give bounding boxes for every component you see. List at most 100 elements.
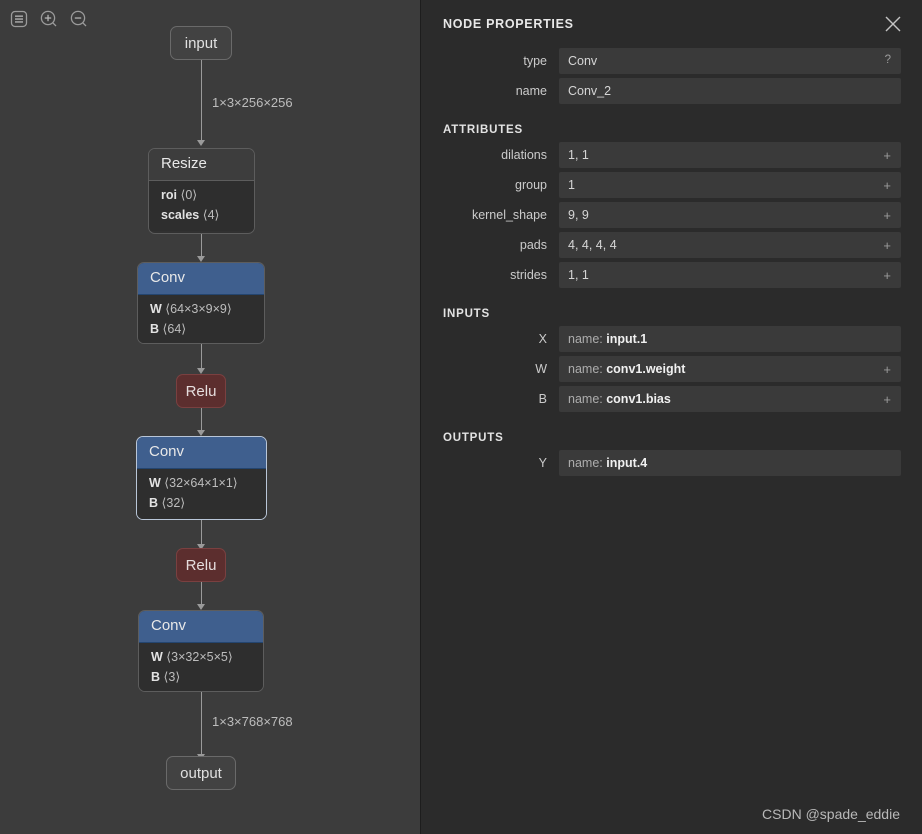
graph-node-input[interactable]: input (170, 26, 232, 60)
attribute-value-field[interactable]: 1, 1 + (559, 142, 901, 168)
attr-key: W (149, 476, 161, 490)
node-attribute-row: W ⟨32×64×1×1⟩ (149, 475, 256, 492)
node-attribute-row: scales ⟨4⟩ (161, 207, 244, 224)
property-value-field[interactable]: Conv_2 (559, 78, 901, 104)
panel-title: NODE PROPERTIES (443, 17, 574, 31)
attr-value: ⟨32×64×1×1⟩ (164, 476, 237, 490)
graph-node-relu-1[interactable]: Relu (176, 374, 226, 408)
attr-key: W (150, 302, 162, 316)
output-label: Y (443, 450, 559, 476)
output-name-value: input.4 (606, 456, 647, 470)
help-icon[interactable]: ? (885, 55, 891, 67)
input-name-prefix: name: (568, 392, 606, 406)
expand-icon[interactable]: + (883, 393, 891, 406)
property-value: Conv_2 (568, 84, 611, 98)
node-label: Relu (186, 383, 217, 400)
attribute-value-field[interactable]: 9, 9 + (559, 202, 901, 228)
attribute-value-field[interactable]: 1, 1 + (559, 262, 901, 288)
property-row-type[interactable]: type Conv ? (421, 48, 922, 74)
attr-key: B (151, 670, 160, 684)
input-name-prefix: name: (568, 362, 606, 376)
netron-window: input 1×3×256×256 Resize roi ⟨0⟩ scales … (0, 0, 922, 834)
edge-conv3-output (201, 692, 202, 756)
node-label: input (185, 35, 218, 52)
expand-icon[interactable]: + (883, 149, 891, 162)
attr-value: ⟨32⟩ (162, 496, 186, 510)
section-title-attributes: ATTRIBUTES (421, 115, 922, 142)
attribute-value: 1, 1 (568, 268, 589, 282)
input-value: name: conv1.bias (568, 392, 671, 406)
attribute-label: group (443, 172, 559, 198)
expand-icon[interactable]: + (883, 363, 891, 376)
input-row-b[interactable]: B name: conv1.bias + (421, 386, 922, 412)
node-properties-panel: NODE PROPERTIES type Conv ? name Conv_2 (420, 0, 922, 834)
node-title: Conv (139, 611, 263, 643)
output-name-prefix: name: (568, 456, 606, 470)
section-title-inputs: INPUTS (421, 299, 922, 326)
graph-node-conv-2[interactable]: Conv W ⟨32×64×1×1⟩ B ⟨32⟩ (136, 436, 267, 520)
attribute-value: 1 (568, 178, 575, 192)
output-value-field[interactable]: name: input.4 (559, 450, 901, 476)
attr-value: ⟨3⟩ (164, 670, 181, 684)
spacer (421, 292, 922, 299)
attribute-row-pads[interactable]: pads 4, 4, 4, 4 + (421, 232, 922, 258)
node-attribute-row: W ⟨3×32×5×5⟩ (151, 649, 253, 666)
watermark: CSDN @spade_eddie (762, 806, 900, 822)
input-label: B (443, 386, 559, 412)
property-label: type (443, 48, 559, 74)
attribute-row-group[interactable]: group 1 + (421, 172, 922, 198)
expand-icon[interactable]: + (883, 269, 891, 282)
expand-icon[interactable]: + (883, 209, 891, 222)
expand-icon[interactable]: + (883, 179, 891, 192)
input-name-value: conv1.weight (606, 362, 685, 376)
node-title: Conv (138, 263, 264, 295)
input-value-field[interactable]: name: conv1.bias + (559, 386, 901, 412)
attr-key: scales (161, 208, 199, 222)
section-title-outputs: OUTPUTS (421, 423, 922, 450)
attribute-value-field[interactable]: 4, 4, 4, 4 + (559, 232, 901, 258)
property-row-name[interactable]: name Conv_2 (421, 78, 922, 104)
node-attribute-row: W ⟨64×3×9×9⟩ (150, 301, 254, 318)
expand-icon[interactable]: + (883, 239, 891, 252)
graph-node-conv-3[interactable]: Conv W ⟨3×32×5×5⟩ B ⟨3⟩ (138, 610, 264, 692)
attr-key: B (150, 322, 159, 336)
attribute-label: kernel_shape (443, 202, 559, 228)
attr-value: ⟨64⟩ (163, 322, 187, 336)
input-name-value: input.1 (606, 332, 647, 346)
input-row-x[interactable]: X name: input.1 (421, 326, 922, 352)
attribute-value-field[interactable]: 1 + (559, 172, 901, 198)
edge-label-conv3-output: 1×3×768×768 (212, 714, 293, 729)
attribute-value: 1, 1 (568, 148, 589, 162)
node-attributes: W ⟨3×32×5×5⟩ B ⟨3⟩ (139, 643, 263, 692)
property-value: Conv (568, 54, 597, 68)
graph-node-resize[interactable]: Resize roi ⟨0⟩ scales ⟨4⟩ (148, 148, 255, 234)
attribute-value: 4, 4, 4, 4 (568, 238, 617, 252)
input-value-field[interactable]: name: conv1.weight + (559, 356, 901, 382)
attribute-row-dilations[interactable]: dilations 1, 1 + (421, 142, 922, 168)
graph-node-output[interactable]: output (166, 756, 236, 790)
node-attributes: roi ⟨0⟩ scales ⟨4⟩ (149, 181, 254, 231)
graph-canvas[interactable]: input 1×3×256×256 Resize roi ⟨0⟩ scales … (0, 0, 420, 834)
attribute-row-strides[interactable]: strides 1, 1 + (421, 262, 922, 288)
panel-header: NODE PROPERTIES (421, 0, 922, 48)
output-row-y[interactable]: Y name: input.4 (421, 450, 922, 476)
property-label: name (443, 78, 559, 104)
input-value-field[interactable]: name: input.1 (559, 326, 901, 352)
node-attribute-row: B ⟨32⟩ (149, 495, 256, 512)
input-label: X (443, 326, 559, 352)
node-attributes: W ⟨32×64×1×1⟩ B ⟨32⟩ (137, 469, 266, 519)
property-value-field[interactable]: Conv ? (559, 48, 901, 74)
graph-node-conv-1[interactable]: Conv W ⟨64×3×9×9⟩ B ⟨64⟩ (137, 262, 265, 344)
node-title: Resize (149, 149, 254, 181)
node-label: output (180, 765, 222, 782)
node-attribute-row: B ⟨3⟩ (151, 669, 253, 686)
attribute-label: pads (443, 232, 559, 258)
close-button[interactable] (882, 13, 904, 35)
input-name-prefix: name: (568, 332, 606, 346)
graph-node-relu-2[interactable]: Relu (176, 548, 226, 582)
attribute-row-kernel-shape[interactable]: kernel_shape 9, 9 + (421, 202, 922, 228)
spacer (421, 416, 922, 423)
input-label: W (443, 356, 559, 382)
input-row-w[interactable]: W name: conv1.weight + (421, 356, 922, 382)
close-icon (883, 14, 903, 34)
